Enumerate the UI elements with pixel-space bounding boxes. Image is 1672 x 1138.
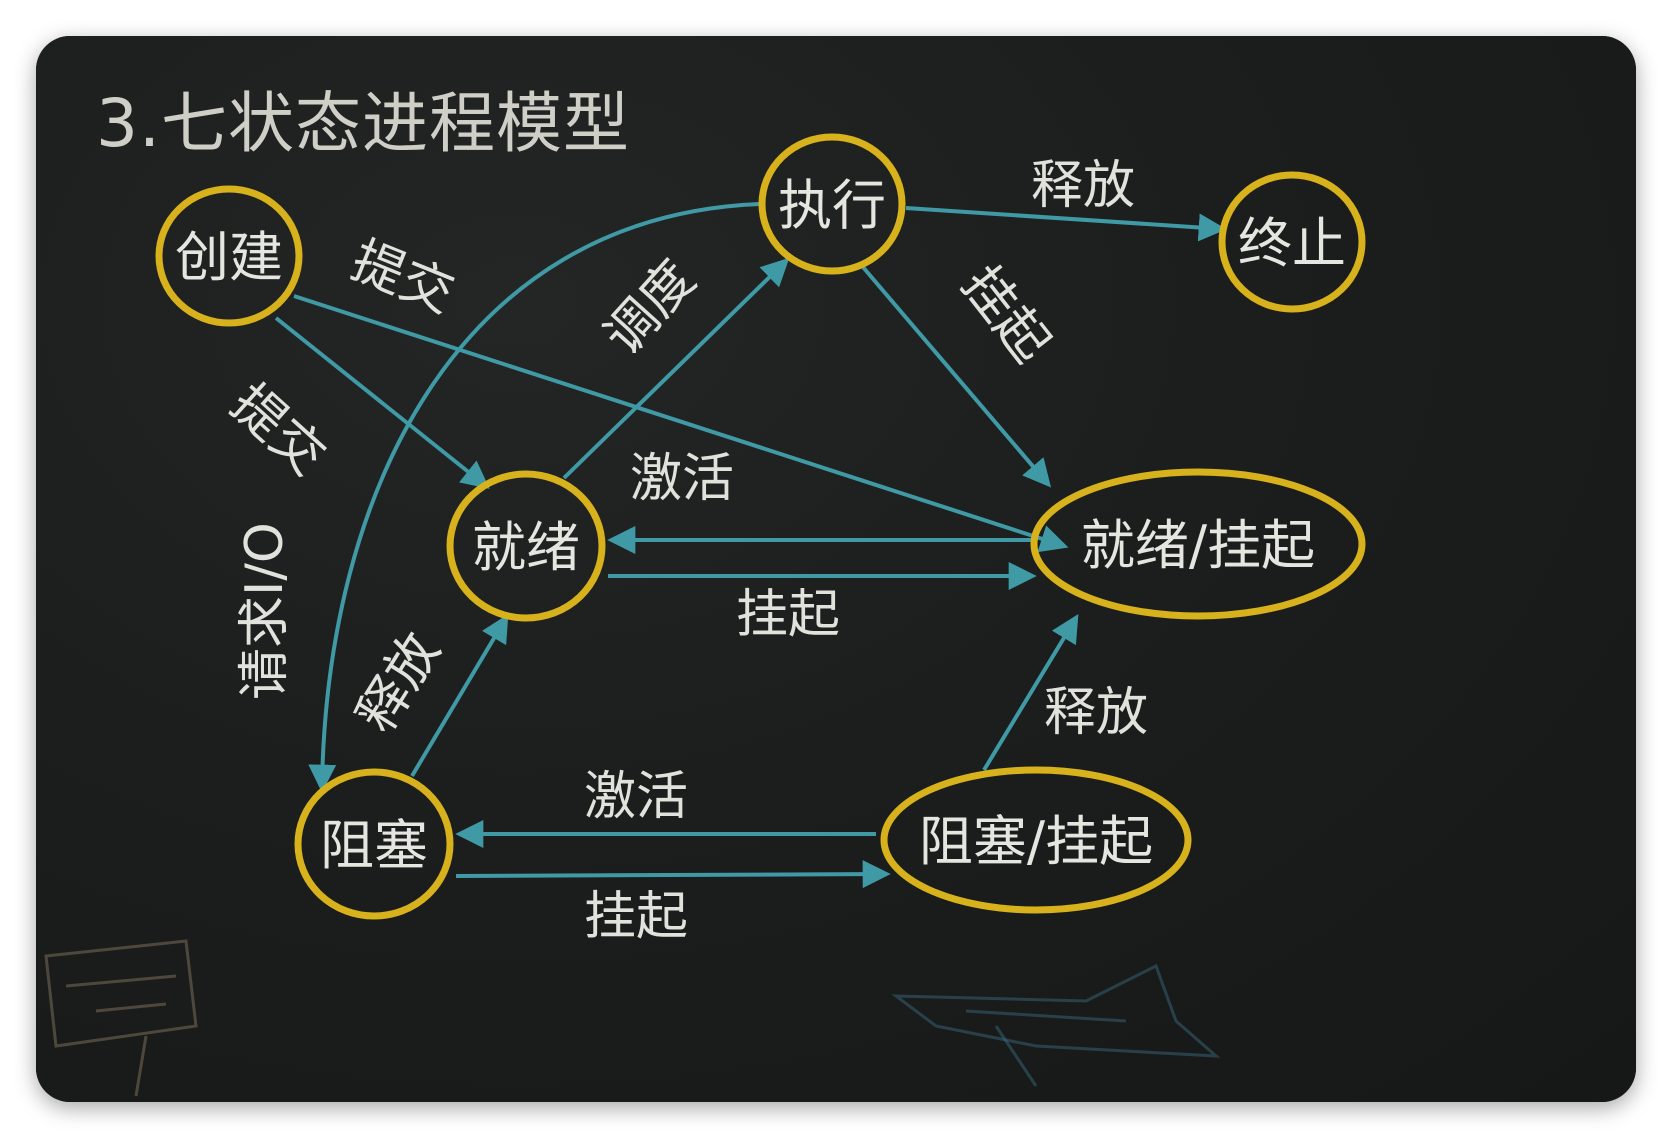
node-blocked: 阻塞	[294, 768, 454, 920]
label-blocked-to-ready: 释放	[346, 623, 452, 743]
label-ready-to-ready-suspend: 挂起	[736, 585, 840, 645]
label-execute-to-blocked: 请求I/O	[235, 522, 295, 700]
node-ready-suspend-label: 就绪/挂起	[1081, 514, 1315, 577]
label-create-to-ready: 提交	[219, 373, 336, 487]
node-terminate-label: 终止	[1238, 212, 1346, 275]
chalk-doodle-left	[44, 939, 198, 1097]
label-blocked-suspend-to-ready-suspend: 释放	[1044, 683, 1148, 743]
node-blocked-label: 阻塞	[320, 814, 428, 877]
edge-blocked-to-blocked-suspend	[455, 860, 891, 889]
node-ready-suspend: 就绪/挂起	[1030, 468, 1366, 620]
slide-frame: 3.七状态进程模型 提交 提交 调度 释放 挂起 激活 挂起 请求I/O 释放 …	[36, 36, 1636, 1102]
node-ready: 就绪	[446, 470, 606, 622]
label-execute-to-ready-suspend: 挂起	[950, 255, 1061, 374]
label-execute-to-terminate: 释放	[1031, 156, 1135, 216]
node-execute: 执行	[758, 133, 906, 275]
label-blocked-to-blocked-suspend: 挂起	[584, 887, 688, 947]
state-diagram: 提交 提交 调度 释放 挂起 激活 挂起 请求I/O 释放 释放 激活 挂起 创…	[44, 133, 1366, 1097]
label-ready-to-execute: 调度	[593, 249, 707, 366]
node-create-label: 创建	[175, 226, 283, 289]
label-ready-suspend-to-ready: 激活	[630, 449, 734, 509]
node-execute-label: 执行	[778, 174, 886, 237]
node-terminate: 终止	[1218, 171, 1366, 313]
node-blocked-suspend: 阻塞/挂起	[880, 766, 1192, 914]
node-blocked-suspend-label: 阻塞/挂起	[919, 810, 1153, 873]
label-blocked-suspend-to-blocked: 激活	[584, 767, 688, 827]
node-create: 创建	[155, 185, 303, 327]
label-create-to-ready-suspend: 提交	[343, 230, 462, 325]
node-ready-label: 就绪	[472, 516, 580, 579]
chalk-doodle-airplane	[891, 963, 1221, 1087]
